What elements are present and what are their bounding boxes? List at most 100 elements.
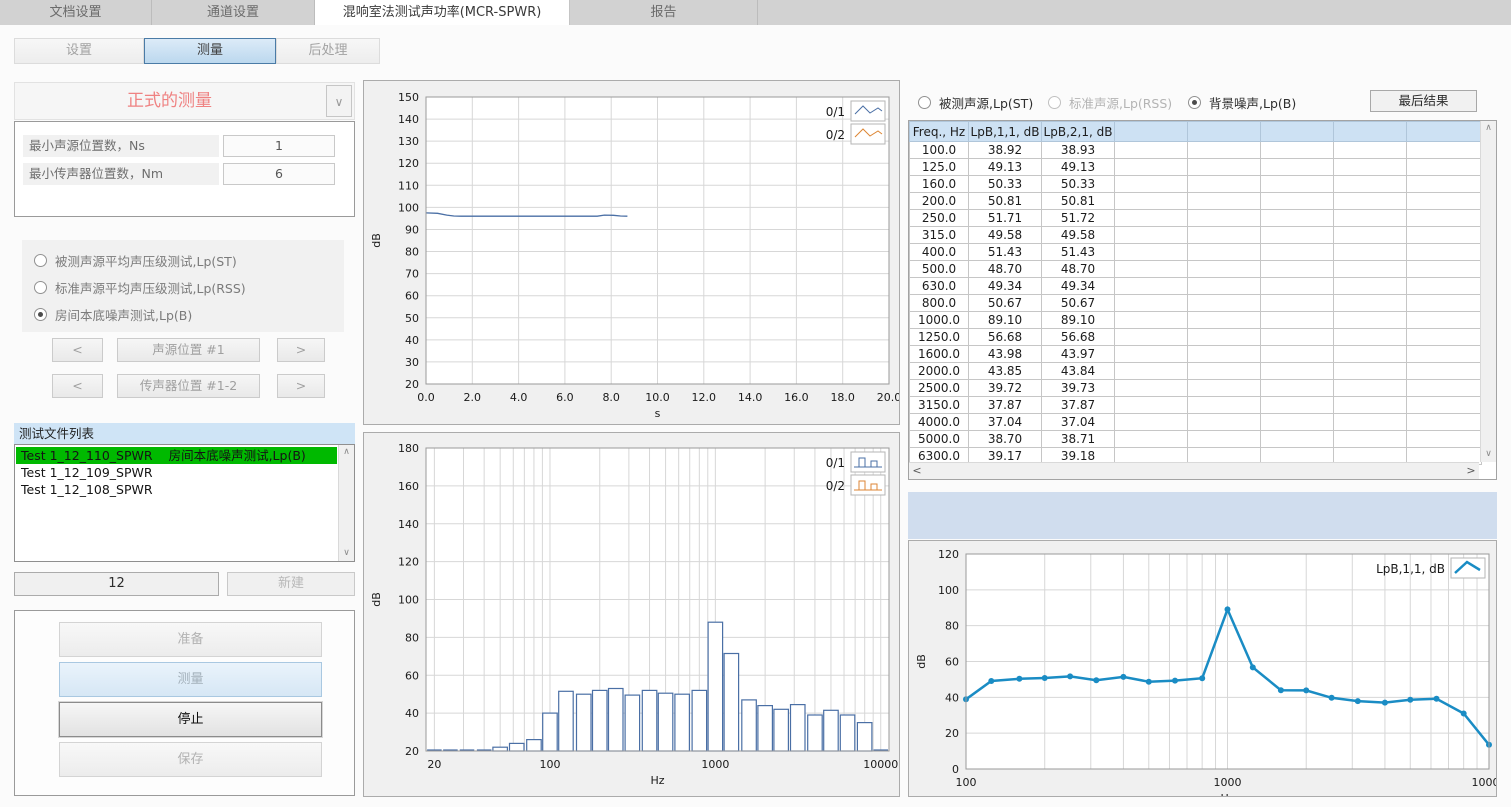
source-position-button[interactable]: 声源位置 #1	[117, 338, 260, 362]
table-cell[interactable]	[1115, 159, 1188, 176]
table-cell[interactable]: 38.92	[969, 142, 1042, 159]
tab-2[interactable]: 通道设置	[152, 0, 315, 25]
nav-prev-button[interactable]: <	[52, 374, 103, 398]
nav-next-button[interactable]: >	[277, 338, 325, 362]
source-radio-1[interactable]: 被测声源,Lp(ST)	[918, 93, 1033, 112]
table-cell[interactable]: 39.72	[969, 380, 1042, 397]
table-cell[interactable]: 56.68	[969, 329, 1042, 346]
table-cell[interactable]	[1115, 295, 1188, 312]
table-cell[interactable]	[1407, 431, 1482, 448]
table-cell[interactable]	[1407, 380, 1482, 397]
table-cell[interactable]	[1115, 278, 1188, 295]
table-cell[interactable]	[1261, 312, 1334, 329]
radio-icon[interactable]	[34, 308, 47, 321]
table-cell[interactable]: 50.67	[1042, 295, 1115, 312]
table-cell[interactable]	[1261, 261, 1334, 278]
table-cell[interactable]: 49.13	[1042, 159, 1115, 176]
file-list-item[interactable]: Test 1_12_108_SPWR	[16, 481, 337, 498]
table-cell[interactable]	[1407, 176, 1482, 193]
table-cell[interactable]: 50.33	[1042, 176, 1115, 193]
table-cell[interactable]	[1115, 329, 1188, 346]
table-cell[interactable]	[1334, 142, 1407, 159]
table-vscrollbar[interactable]: ∧ ∨	[1480, 121, 1496, 462]
table-cell[interactable]: 200.0	[910, 193, 969, 210]
table-cell[interactable]	[1334, 414, 1407, 431]
table-cell[interactable]: 37.87	[969, 397, 1042, 414]
table-cell[interactable]	[1261, 176, 1334, 193]
table-cell[interactable]	[1334, 210, 1407, 227]
table-cell[interactable]	[1188, 227, 1261, 244]
table-header-cell[interactable]	[1407, 122, 1482, 142]
table-cell[interactable]	[1115, 414, 1188, 431]
table-header-cell[interactable]: LpB,1,1, dB	[969, 122, 1042, 142]
table-cell[interactable]	[1115, 261, 1188, 278]
table-cell[interactable]	[1261, 210, 1334, 227]
file-list-item[interactable]: Test 1_12_110_SPWR房间本底噪声测试,Lp(B)	[16, 447, 337, 464]
test-type-radio-1[interactable]: 被测声源平均声压级测试,Lp(ST)	[34, 251, 237, 269]
scroll-down-icon[interactable]: ∨	[1481, 447, 1496, 462]
table-cell[interactable]	[1261, 295, 1334, 312]
table-cell[interactable]	[1261, 380, 1334, 397]
table-cell[interactable]: 51.72	[1042, 210, 1115, 227]
table-cell[interactable]: 125.0	[910, 159, 969, 176]
table-cell[interactable]: 800.0	[910, 295, 969, 312]
table-cell[interactable]	[1407, 193, 1482, 210]
scroll-right-icon[interactable]: >	[1463, 463, 1479, 479]
table-cell[interactable]: 50.67	[969, 295, 1042, 312]
param-value-field[interactable]: 6	[223, 163, 335, 185]
table-cell[interactable]	[1407, 142, 1482, 159]
table-cell[interactable]	[1188, 142, 1261, 159]
prepare-button[interactable]: 准备	[59, 622, 322, 657]
table-cell[interactable]: 2000.0	[910, 363, 969, 380]
table-cell[interactable]	[1115, 176, 1188, 193]
table-header-cell[interactable]: Freq., Hz	[910, 122, 969, 142]
table-cell[interactable]	[1188, 329, 1261, 346]
table-cell[interactable]: 51.43	[1042, 244, 1115, 261]
new-file-button[interactable]: 新建	[227, 572, 355, 596]
table-cell[interactable]	[1188, 414, 1261, 431]
param-value-field[interactable]: 1	[223, 135, 335, 157]
radio-icon[interactable]	[918, 96, 931, 109]
source-radio-3[interactable]: 背景噪声,Lp(B)	[1188, 93, 1296, 112]
table-cell[interactable]	[1188, 295, 1261, 312]
subtab-1[interactable]: 设置	[14, 38, 144, 64]
table-cell[interactable]: 37.04	[969, 414, 1042, 431]
table-header-cell[interactable]	[1188, 122, 1261, 142]
table-cell[interactable]: 100.0	[910, 142, 969, 159]
table-cell[interactable]: 43.85	[969, 363, 1042, 380]
table-cell[interactable]	[1334, 193, 1407, 210]
table-cell[interactable]	[1407, 210, 1482, 227]
table-cell[interactable]: 50.33	[969, 176, 1042, 193]
test-type-radio-3[interactable]: 房间本底噪声测试,Lp(B)	[34, 305, 192, 323]
table-header-cell[interactable]: LpB,2,1, dB	[1042, 122, 1115, 142]
table-cell[interactable]: 250.0	[910, 210, 969, 227]
source-radio-2[interactable]: 标准声源,Lp(RSS)	[1048, 93, 1172, 112]
table-cell[interactable]	[1334, 159, 1407, 176]
table-cell[interactable]	[1188, 159, 1261, 176]
table-cell[interactable]	[1334, 312, 1407, 329]
table-cell[interactable]: 56.68	[1042, 329, 1115, 346]
table-cell[interactable]: 89.10	[1042, 312, 1115, 329]
table-cell[interactable]: 4000.0	[910, 414, 969, 431]
table-cell[interactable]	[1188, 176, 1261, 193]
radio-icon[interactable]	[34, 281, 47, 294]
table-cell[interactable]	[1115, 312, 1188, 329]
table-cell[interactable]	[1115, 397, 1188, 414]
table-cell[interactable]	[1188, 278, 1261, 295]
table-cell[interactable]: 1250.0	[910, 329, 969, 346]
table-cell[interactable]: 49.34	[1042, 278, 1115, 295]
microphone-position-button[interactable]: 传声器位置 #1-2	[117, 374, 260, 398]
radio-icon[interactable]	[1048, 96, 1061, 109]
table-cell[interactable]	[1115, 193, 1188, 210]
subtab-3[interactable]: 后处理	[276, 38, 380, 64]
table-cell[interactable]	[1188, 363, 1261, 380]
table-cell[interactable]: 500.0	[910, 261, 969, 278]
table-cell[interactable]	[1407, 397, 1482, 414]
table-cell[interactable]	[1334, 431, 1407, 448]
table-cell[interactable]	[1188, 193, 1261, 210]
radio-icon[interactable]	[34, 254, 47, 267]
table-cell[interactable]: 89.10	[969, 312, 1042, 329]
table-cell[interactable]	[1188, 261, 1261, 278]
table-cell[interactable]: 43.97	[1042, 346, 1115, 363]
table-cell[interactable]: 160.0	[910, 176, 969, 193]
